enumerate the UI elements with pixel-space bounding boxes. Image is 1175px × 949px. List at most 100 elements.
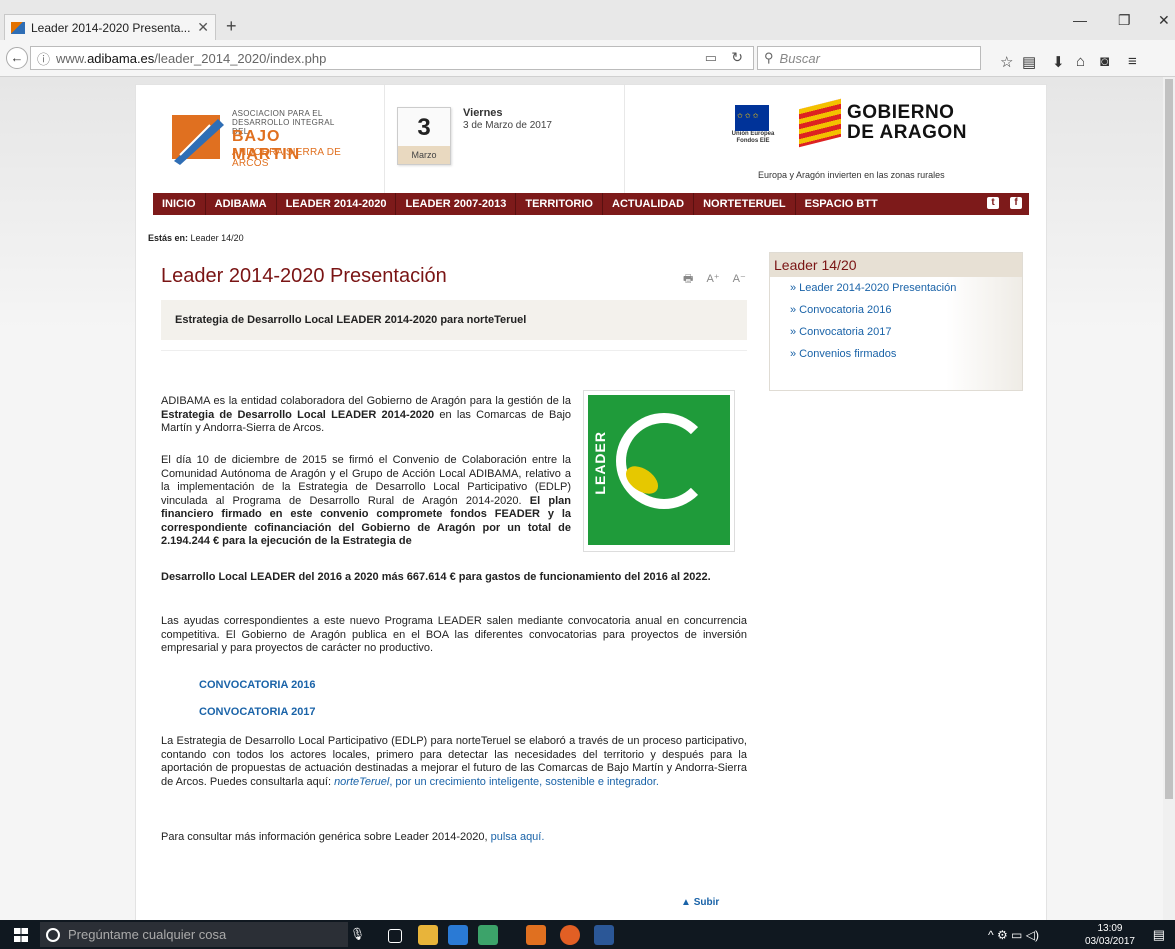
tab-bar: Leader 2014-2020 Presenta... ✕ + — ❐ ✕ [0, 0, 1175, 40]
info-icon[interactable]: ⓘ [37, 49, 50, 68]
strategy-banner: Estrategia de Desarrollo Local LEADER 20… [161, 300, 747, 340]
reload-icon[interactable]: ↻ [731, 49, 743, 66]
aragon-flag-icon [799, 98, 841, 148]
sidebar: Leader 14/20 » Leader 2014-2020 Presenta… [769, 252, 1023, 391]
cortana-search[interactable]: Pregúntame cualquier cosa [40, 922, 348, 947]
clock-date: 03/03/2017 [1084, 936, 1135, 947]
clock[interactable]: 13:09 03/03/2017 [1085, 922, 1135, 948]
tab-close-icon[interactable]: ✕ [197, 19, 209, 36]
clock-time: 13:09 [1097, 923, 1123, 934]
edge-icon[interactable] [448, 925, 468, 945]
browser-tab[interactable]: Leader 2014-2020 Presenta... ✕ [4, 14, 216, 40]
scrollbar-thumb[interactable] [1165, 79, 1173, 799]
calendar-month: Marzo [398, 146, 450, 164]
scrollbar[interactable] [1163, 77, 1175, 920]
paragraph-5: Para consultar más información genérica … [161, 831, 545, 843]
page-tools: 🖶 A⁺ A⁻ [673, 270, 746, 289]
breadcrumb-label: Estás en: [148, 233, 189, 243]
norteteruel-link-rest[interactable]: , por un crecimiento inteligente, sosten… [389, 776, 659, 788]
paragraph-1: ADIBAMA es la entidad colaboradora del G… [161, 395, 572, 434]
minimize-button[interactable]: — [1073, 12, 1087, 28]
sidebar-item-presentacion[interactable]: » Leader 2014-2020 Presentación [770, 277, 1022, 299]
menu-item-inicio[interactable]: INICIO [153, 193, 206, 215]
microphone-icon[interactable]: 🎙 [350, 927, 365, 941]
leader-logo-image: LEADER [583, 390, 735, 552]
scroll-top-link[interactable]: ▲ Subir [681, 897, 719, 908]
tagline: Europa y Aragón invierten en las zonas r… [758, 170, 945, 180]
full-date: 3 de Marzo de 2017 [463, 120, 552, 131]
convocatoria-2016-link[interactable]: CONVOCATORIA 2016 [199, 679, 316, 691]
paragraph-3: Las ayudas correspondientes a este nuevo… [161, 615, 747, 654]
divider [161, 350, 747, 351]
sidebar-item-convocatoria-2016[interactable]: » Convocatoria 2016 [770, 299, 1022, 321]
font-increase-icon[interactable]: A⁺ [706, 273, 719, 285]
bookmarks-list-icon[interactable]: ▤ [1022, 53, 1036, 71]
url-text: www.adibama.es/leader_2014_2020/index.ph… [56, 50, 327, 66]
paragraph-2-continued: Desarrollo Local LEADER del 2016 a 2020 … [161, 571, 711, 583]
sidebar-title: Leader 14/20 [770, 253, 1022, 277]
eu-funds-label: Fondos EIE [736, 138, 770, 144]
paragraph-4: La Estrategia de Desarrollo Local Partic… [161, 735, 747, 788]
print-icon[interactable]: 🖶 [683, 273, 693, 285]
logo-subtitle: ANDORRA SIERRA DE ARCOS [232, 147, 341, 169]
calendar-widget: 3 Marzo [397, 107, 451, 165]
home-icon[interactable]: ⌂ [1076, 53, 1085, 70]
search-icon: ⚲ [764, 50, 774, 65]
eu-label: Unión Europea [731, 131, 775, 137]
cortana-placeholder: Pregúntame cualquier cosa [68, 927, 227, 942]
main-menu: INICIO ADIBAMA LEADER 2014-2020 LEADER 2… [153, 193, 1029, 215]
menu-item-leader-2014[interactable]: LEADER 2014-2020 [277, 193, 397, 215]
search-input[interactable]: ⚲ Buscar [757, 46, 981, 70]
pulsa-aqui-link[interactable]: pulsa aquí. [491, 831, 545, 843]
maximize-button[interactable]: ❐ [1118, 12, 1131, 29]
menu-item-actualidad[interactable]: ACTUALIDAD [603, 193, 695, 215]
page-title: Leader 2014-2020 Presentación [161, 265, 447, 287]
norteteruel-link[interactable]: norteTeruel [334, 776, 389, 788]
back-arrow-icon[interactable]: ← [6, 47, 28, 69]
arrow-up-icon: ▲ [681, 897, 691, 908]
reader-view-icon[interactable]: ▭ [705, 50, 717, 66]
menu-item-territorio[interactable]: TERRITORIO [516, 193, 603, 215]
windows-start-icon[interactable] [14, 928, 28, 942]
word-icon[interactable] [594, 925, 614, 945]
eu-logo: Unión Europea Fondos EIE [731, 105, 775, 155]
gob-line1: GOBIERNO [847, 102, 955, 123]
menu-item-adibama[interactable]: ADIBAMA [206, 193, 277, 215]
app-icon[interactable] [478, 925, 498, 945]
close-window-button[interactable]: ✕ [1158, 12, 1170, 29]
gob-line2: DE ARAGON [847, 122, 967, 143]
download-icon[interactable]: ⬇ [1052, 53, 1065, 71]
tab-title: Leader 2014-2020 Presenta... [31, 20, 191, 35]
page-viewport: ASOCIACION PARA EL DESARROLLO INTEGRAL DE… [0, 77, 1175, 920]
twitter-icon[interactable]: t [987, 197, 999, 209]
convocatoria-2017-link[interactable]: CONVOCATORIA 2017 [199, 706, 316, 718]
search-placeholder: Buscar [779, 50, 820, 66]
date-text: Viernes 3 de Marzo de 2017 [463, 107, 552, 131]
adibama-logo[interactable]: ASOCIACION PARA EL DESARROLLO INTEGRAL DE… [170, 105, 350, 175]
notifications-icon[interactable]: ▤ [1153, 927, 1165, 943]
new-tab-button[interactable]: + [226, 16, 237, 37]
facebook-icon[interactable]: f [1010, 197, 1022, 209]
task-view-icon[interactable] [388, 929, 402, 943]
page-container: ASOCIACION PARA EL DESARROLLO INTEGRAL DE… [135, 84, 1047, 920]
calendar-day: 3 [417, 114, 431, 141]
bookmark-star-icon[interactable]: ☆ [1000, 53, 1013, 71]
menu-icon[interactable]: ≡ [1128, 53, 1137, 70]
header-divider [384, 85, 385, 193]
menu-item-norteteruel[interactable]: NORTETERUEL [694, 193, 796, 215]
sidebar-item-convocatoria-2017[interactable]: » Convocatoria 2017 [770, 321, 1022, 343]
sidebar-item-convenios[interactable]: » Convenios firmados [770, 343, 1022, 365]
header-divider [624, 85, 625, 193]
breadcrumb: Estás en: Leader 14/20 [148, 233, 244, 243]
taskbar: Pregúntame cualquier cosa 🎙 ^ ⚙ ▭ ◁) 13:… [0, 920, 1175, 949]
weekday: Viernes [463, 107, 503, 119]
firefox-icon[interactable] [560, 925, 580, 945]
address-bar[interactable]: ⓘ www.adibama.es/leader_2014_2020/index.… [30, 46, 754, 70]
menu-item-leader-2007[interactable]: LEADER 2007-2013 [396, 193, 517, 215]
menu-item-espacio-btt[interactable]: ESPACIO BTT [796, 193, 887, 215]
system-tray-icons[interactable]: ^ ⚙ ▭ ◁) [988, 928, 1039, 942]
file-explorer-icon[interactable] [418, 925, 438, 945]
outlook-icon[interactable] [526, 925, 546, 945]
font-decrease-icon[interactable]: A⁻ [733, 273, 746, 285]
pocket-icon[interactable]: ◙ [1100, 53, 1109, 70]
